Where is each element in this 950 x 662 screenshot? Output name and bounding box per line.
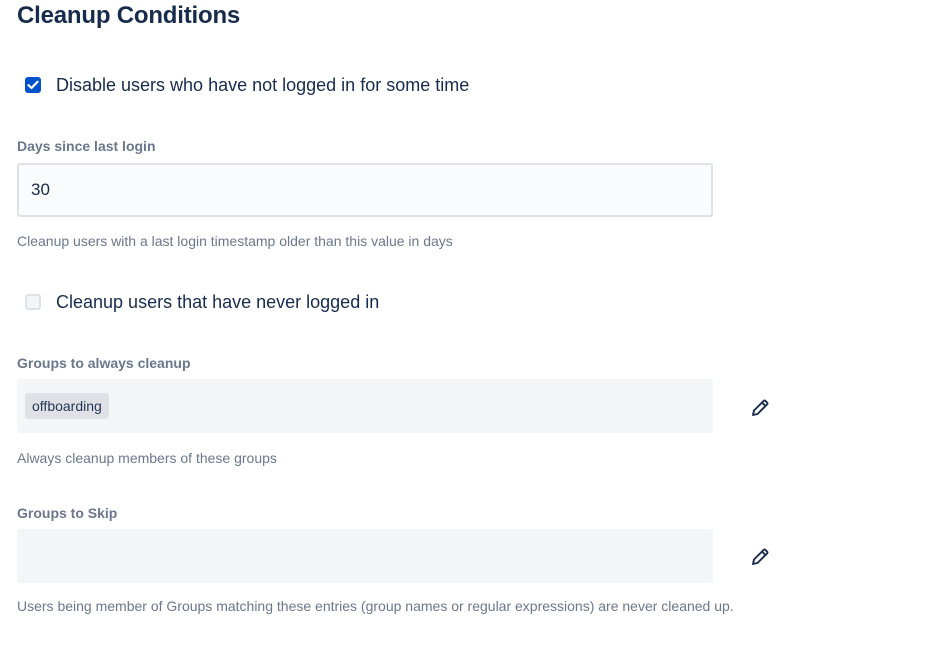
edit-groups-always-cleanup-button[interactable] [745, 393, 775, 423]
edit-groups-skip-button[interactable] [745, 542, 775, 572]
cleanup-conditions-panel: Cleanup Conditions Disable users who hav… [0, 0, 950, 662]
disable-inactive-checkbox[interactable] [25, 77, 41, 93]
pencil-icon [752, 548, 769, 565]
checkmark-icon [27, 80, 39, 90]
groups-skip-field[interactable] [17, 529, 713, 583]
days-since-login-help: Cleanup users with a last login timestam… [17, 233, 453, 249]
groups-always-cleanup-field[interactable]: offboarding [17, 379, 713, 433]
never-logged-in-label: Cleanup users that have never logged in [56, 291, 380, 312]
days-since-login-input[interactable]: 30 [17, 163, 713, 217]
groups-always-cleanup-label: Groups to always cleanup [17, 355, 191, 371]
groups-skip-label: Groups to Skip [17, 505, 118, 521]
never-logged-in-checkbox[interactable] [25, 294, 41, 310]
never-logged-in-row[interactable]: Cleanup users that have never logged in [25, 290, 379, 314]
groups-skip-help: Users being member of Groups matching th… [17, 598, 734, 614]
section-title: Cleanup Conditions [17, 2, 241, 29]
pencil-icon [752, 399, 769, 416]
disable-inactive-row[interactable]: Disable users who have not logged in for… [25, 73, 469, 97]
groups-always-cleanup-help: Always cleanup members of these groups [17, 450, 277, 466]
group-tag: offboarding [25, 393, 109, 419]
days-since-login-value: 30 [31, 180, 50, 199]
days-since-login-label: Days since last login [17, 138, 156, 154]
disable-inactive-label: Disable users who have not logged in for… [56, 74, 470, 95]
